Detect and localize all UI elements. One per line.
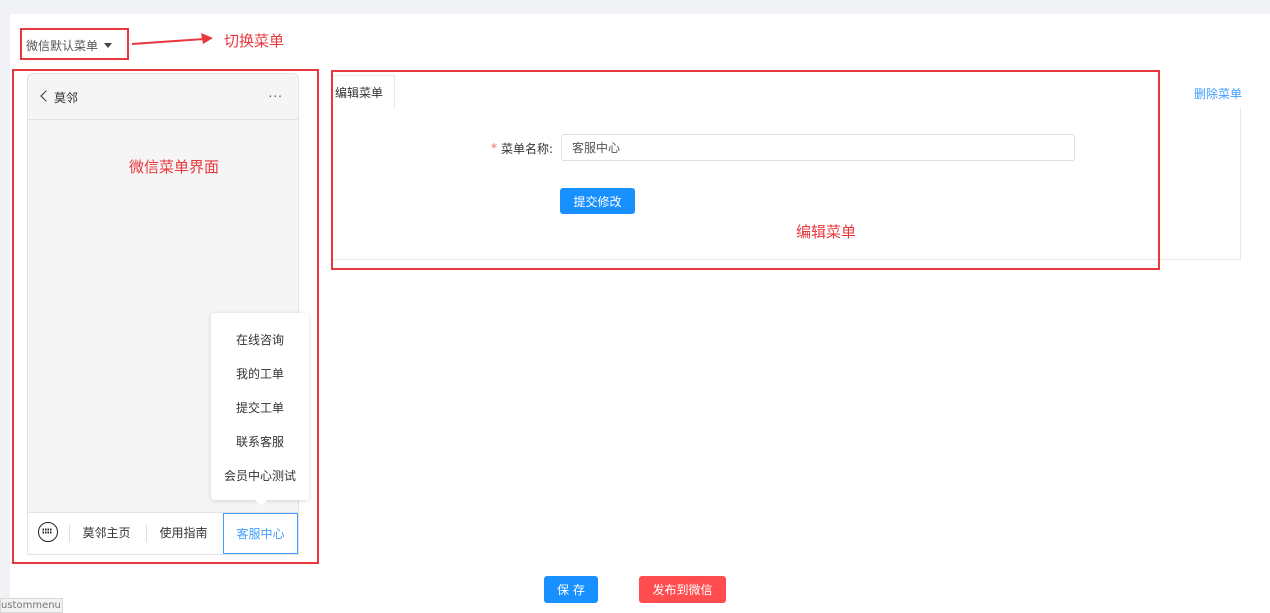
annotation-switch-menu: 切换菜单 xyxy=(224,32,285,50)
annotation-arrow-icon xyxy=(131,33,213,45)
publish-to-wechat-button[interactable]: 发布到微信 xyxy=(639,576,726,603)
annotation-box-phone xyxy=(12,69,319,564)
annotation-box-editor xyxy=(331,70,1160,270)
save-button[interactable]: 保 存 xyxy=(544,576,598,603)
status-tooltip: ustommenu xyxy=(0,598,63,613)
annotation-box-switch xyxy=(20,28,129,60)
delete-menu-link[interactable]: 删除菜单 xyxy=(1194,85,1242,102)
